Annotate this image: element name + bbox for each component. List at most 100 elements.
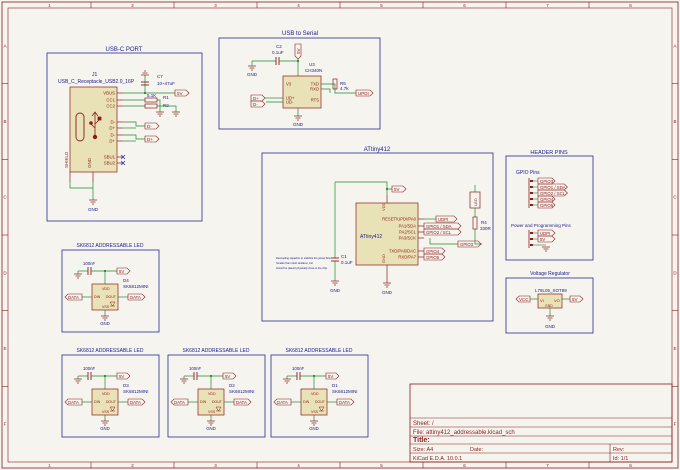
header-pins-section: HEADER PINS GPIO Pins Power and Programm… [505, 150, 594, 261]
label-5v-attiny: 5V [391, 185, 407, 193]
attiny-vdd-pin: VDD [381, 202, 386, 211]
led-decoupling-capacitor [87, 372, 92, 380]
gnd-symbol-icon [207, 420, 215, 426]
frame-col-label: 6 [463, 463, 466, 468]
r2-ref: R2 [163, 103, 169, 108]
svg-text:DATA: DATA [236, 400, 247, 405]
usbc-pin-label: D- [110, 133, 115, 138]
label-5v-usbc: 5V [174, 89, 190, 97]
usbc-port-section: USB-C PORT J1 USB_C_Receptacle_USB2.0_16… [46, 47, 203, 222]
led-pin-din: DIN [94, 295, 101, 299]
usbc-pin-label: VBUS [103, 91, 115, 96]
svg-text:GPIO1 / SDA: GPIO1 / SDA [540, 185, 566, 190]
frame-col-label: 1 [48, 3, 51, 8]
led-decoupling-capacitor [87, 267, 92, 275]
sheet-id: Id: 1/1 [613, 456, 628, 462]
usbc-gnd-label: GND [88, 207, 99, 212]
svg-text:GPIO3: GPIO3 [540, 179, 554, 184]
svg-text:DATA: DATA [339, 400, 350, 405]
label-gpio2-attiny: GPIO2 / SCL [423, 228, 462, 236]
c2-ref: C2 [276, 44, 282, 49]
label-dplus-serial: D+ [250, 94, 266, 102]
kicad-version: KiCad E.D.A. 10.0.1 [413, 456, 462, 462]
label-header-gpio-0: GPIO3 [537, 177, 556, 185]
svg-text:GPIO1 / SDA: GPIO1 / SDA [426, 224, 452, 229]
label-header-gpio-3: GPIO4 [537, 195, 556, 203]
led-value: SK6812MINI [123, 389, 149, 394]
led-cap-value: 100nF [292, 366, 305, 371]
decoupling-note-line: Decoupling capacitor to stabilize the po… [276, 256, 331, 260]
led-cap-value: 100nF [83, 261, 96, 266]
frame-row-label: D [3, 270, 7, 275]
svg-text:5V: 5V [394, 187, 400, 192]
label-5v-regulator: 5V [569, 295, 584, 303]
label-gpio4-attiny: GPIO4 [423, 247, 446, 255]
r4-ref: R4 [481, 220, 487, 225]
voltage-regulator-section: Voltage Regulator L78L05_SOT89 VI VO GND… [505, 271, 594, 334]
frame-col-label: 1 [48, 463, 51, 468]
label-header-gpio-4: GPIO5 [537, 201, 556, 209]
usbc-pin-label: SBU1 [104, 155, 116, 160]
frame-col-label: 8 [629, 3, 632, 8]
svg-text:D+: D+ [253, 96, 259, 101]
led-section-d3: SK6812 ADDRESSABLE LED 100nF 5V VDDDIN DOUT V… [61, 348, 160, 438]
sheet-name: Sheet: / [413, 421, 434, 427]
c7-value: 10~47uF [157, 81, 175, 86]
label-5v-led: 5V [325, 372, 340, 380]
led-ref: D3 [123, 383, 129, 388]
r5-value: 4.7k [340, 86, 349, 91]
led-value: SK6812MINI [332, 389, 358, 394]
svg-text:D-: D- [253, 102, 258, 107]
header-pin [530, 232, 533, 234]
frame-row-label: A [673, 43, 676, 48]
led-pin-vss: VSS [102, 305, 110, 309]
led-cap-value: 100nF [189, 366, 202, 371]
frame-row-label: C [3, 195, 7, 200]
gnd-symbol-icon [156, 111, 180, 117]
led-section-title: SK6812 ADDRESSABLE LED [286, 348, 353, 354]
u3-ref: U3 [309, 62, 315, 67]
label-dminus-usbc: D- [144, 122, 160, 130]
svg-text:GPIO5: GPIO5 [540, 203, 554, 208]
svg-text:5V: 5V [572, 297, 578, 302]
c1-ref: C1 [341, 254, 347, 259]
label-data-in-led: DATA [170, 398, 189, 406]
header-pin [530, 186, 533, 188]
attiny-chip-label: ATtiny412 [360, 234, 382, 240]
led-gnd-label: GND [100, 426, 110, 431]
led-decoupling-capacitor [296, 372, 301, 380]
regulator-part: L78L05_SOT89 [535, 288, 567, 293]
gnd-symbol-icon [546, 315, 554, 321]
gnd-symbol-icon [141, 70, 149, 76]
decoupling-note: Decoupling capacitor to stabilize the po… [276, 256, 331, 270]
gnd-symbol-icon [310, 420, 318, 426]
gnd-symbol-icon [383, 282, 391, 288]
label-5v-led: 5V [116, 372, 131, 380]
label-header-prog-0: UDPI [537, 229, 556, 237]
led-pin-din: DIN [303, 400, 310, 404]
label-vcc-regulator: VCC [515, 295, 531, 303]
label-udpi-attiny: UDPI [435, 215, 458, 223]
label-gpio5-attiny: GPIO5 [423, 253, 446, 261]
svg-text:GPIO2 / SCL: GPIO2 / SCL [540, 191, 566, 196]
r2-resistor [144, 103, 158, 109]
label-data-out-led: DATA [127, 398, 146, 406]
frame-col-label: 2 [131, 3, 134, 8]
u3-value: CH340N [305, 68, 322, 73]
usbc-pin-label: D+ [109, 126, 115, 131]
led-pin-dout: DOUT [106, 400, 117, 404]
u3-gnd-label: GND [293, 122, 304, 127]
gnd-symbol-icon [283, 378, 291, 384]
c7-ref: C7 [157, 74, 163, 79]
led-pin-vss: VSS [102, 410, 110, 414]
led-pin-vdd: VDD [208, 392, 216, 396]
rev-label: Rev: [613, 447, 625, 453]
svg-text:5V: 5V [119, 269, 124, 274]
gnd-symbol-icon [74, 378, 82, 384]
led-section-d4: SK6812 ADDRESSABLE LED 100nF 5V VDDDIN DOUT V… [61, 243, 160, 333]
header-pin [530, 180, 533, 182]
svg-text:GPIO3: GPIO3 [460, 242, 474, 247]
svg-text:D+: D+ [147, 137, 153, 142]
frame-col-label: 3 [214, 463, 217, 468]
led-ref: D2 [229, 383, 235, 388]
